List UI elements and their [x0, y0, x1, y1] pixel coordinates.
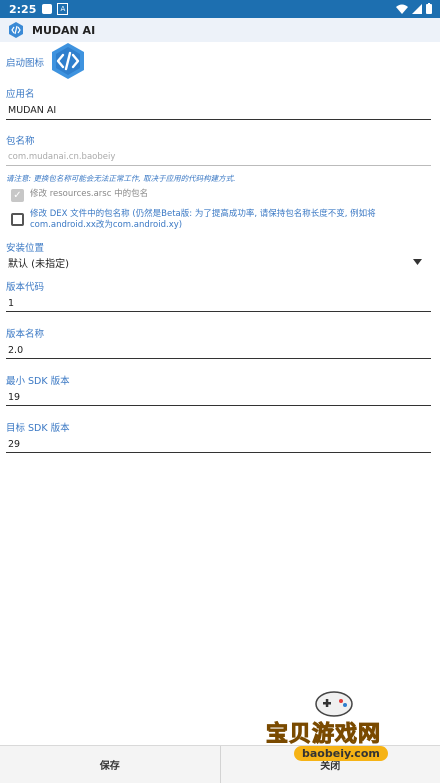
install-location-label: 安装位置	[6, 240, 44, 254]
watermark-url: baobeiy.com	[294, 746, 388, 761]
app-name-underline	[6, 119, 431, 120]
modify-dex-checkbox[interactable]	[11, 213, 24, 226]
app-name-input[interactable]: MUDAN AI	[8, 105, 56, 116]
version-name-input[interactable]: 2.0	[8, 345, 23, 356]
status-bar: 2:25 A	[0, 0, 440, 18]
modify-dex-row[interactable]: 修改 DEX 文件中的包名称 (仍然是Beta版: 为了提高成功率, 请保持包名…	[11, 209, 421, 231]
modify-arsc-checkbox[interactable]: ✓	[11, 189, 24, 202]
notification-a-icon: A	[57, 3, 68, 15]
target-sdk-underline	[6, 452, 431, 453]
signal-icon	[412, 4, 422, 14]
min-sdk-underline	[6, 405, 431, 406]
target-sdk-label: 目标 SDK 版本	[6, 420, 70, 434]
package-name-label: 包名称	[6, 133, 35, 147]
install-location-value: 默认 (未指定)	[8, 255, 69, 270]
app-title: MUDAN AI	[32, 24, 95, 37]
version-name-underline	[6, 358, 431, 359]
modify-arsc-label: 修改 resources.arsc 中的包名	[30, 189, 148, 200]
package-name-input[interactable]: com.mudanai.cn.baobeiy	[8, 152, 115, 162]
install-location-select[interactable]: 默认 (未指定)	[6, 254, 426, 270]
watermark-text: 宝贝游戏网	[266, 716, 381, 748]
min-sdk-label: 最小 SDK 版本	[6, 373, 70, 387]
launcher-icon-label: 启动图标	[6, 55, 44, 69]
min-sdk-input[interactable]: 19	[8, 392, 20, 403]
version-code-input[interactable]: 1	[8, 298, 14, 309]
gamepad-icon	[314, 688, 354, 718]
notification-icon	[42, 4, 52, 14]
modify-arsc-row[interactable]: ✓ 修改 resources.arsc 中的包名	[11, 189, 148, 202]
version-code-underline	[6, 311, 431, 312]
save-button[interactable]: 保存	[0, 746, 220, 783]
dropdown-arrow-icon	[413, 259, 422, 265]
target-sdk-input[interactable]: 29	[8, 439, 20, 450]
battery-icon	[426, 3, 432, 14]
app-bar: MUDAN AI	[0, 18, 440, 42]
status-time: 2:25	[9, 3, 36, 16]
watermark: 宝贝游戏网 baobeiy.com	[262, 688, 412, 770]
version-name-label: 版本名称	[6, 326, 44, 340]
version-code-label: 版本代码	[6, 279, 44, 293]
app-name-label: 应用名	[6, 86, 35, 100]
wifi-icon	[396, 4, 408, 14]
package-hint: 请注意: 更换包名称可能会无法正常工作, 取决于应用的代码构建方式.	[6, 173, 236, 184]
app-logo-icon	[8, 22, 24, 38]
launcher-icon[interactable]	[50, 42, 86, 80]
modify-dex-label: 修改 DEX 文件中的包名称 (仍然是Beta版: 为了提高成功率, 请保持包名…	[30, 209, 421, 231]
package-name-underline	[6, 165, 431, 166]
